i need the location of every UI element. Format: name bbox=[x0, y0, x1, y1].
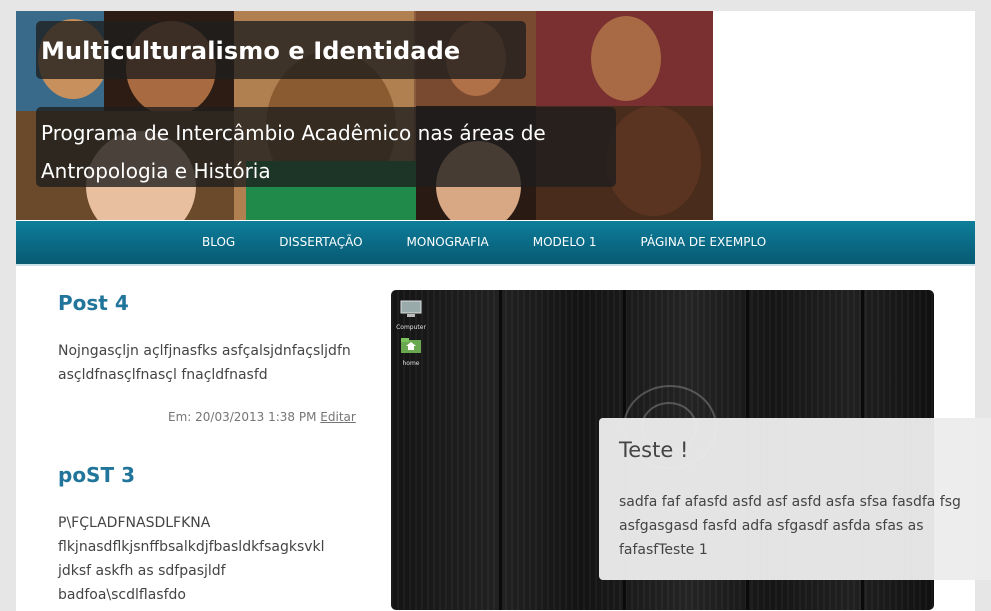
post-article: Post 4 Nojngasçljn açlfjnasfks asfçalsjd… bbox=[58, 291, 358, 387]
desktop-icon-label: Computer bbox=[396, 324, 426, 331]
post-article: poST 3 P\FÇLADFNASDLFKNA flkjnasdflkjsnf… bbox=[58, 463, 358, 607]
sidebar-widget: Teste ! sadfa faf afasfd asfd asf asfd a… bbox=[599, 418, 991, 580]
face-shape bbox=[606, 106, 701, 216]
site-description: Programa de Intercâmbio Acadêmico nas ár… bbox=[41, 121, 546, 183]
home-folder-icon bbox=[401, 338, 421, 353]
widget-title: Teste ! bbox=[619, 438, 689, 462]
post-content-line: jdksf askfh as sdfpasjldf bbox=[58, 563, 226, 579]
nav-item-pagina-de-exemplo[interactable]: PÁGINA DE EXEMPLO bbox=[641, 221, 767, 264]
nav-item-blog[interactable]: BLOG bbox=[202, 221, 235, 264]
post-content: Nojngasçljn açlfjnasfks asfçalsjdnfaçslj… bbox=[58, 343, 351, 383]
post-date: Em: 20/03/2013 1:38 PM bbox=[168, 410, 317, 424]
main-navigation: BLOG DISSERTAÇÃO MONOGRAFIA MODELO 1 PÁG… bbox=[16, 221, 975, 266]
post-title[interactable]: poST 3 bbox=[58, 463, 358, 487]
nav-item-dissertacao[interactable]: DISSERTAÇÃO bbox=[279, 221, 362, 264]
desktop-icon-label: home bbox=[402, 360, 420, 367]
wood-board-gap bbox=[499, 290, 502, 610]
face-shape bbox=[591, 16, 661, 101]
post-content-line: flkjnasdflkjsnffbsalkdjfbasldkfsagksvkl bbox=[58, 539, 325, 555]
nav-item-modelo-1[interactable]: MODELO 1 bbox=[533, 221, 597, 264]
widget-text: sadfa faf afasfd asfd asf asfd asfa sfsa… bbox=[619, 494, 961, 558]
edit-link[interactable]: Editar bbox=[320, 410, 356, 424]
desktop-icon-computer[interactable]: Computer bbox=[391, 300, 431, 331]
nav-item-monografia[interactable]: MONOGRAFIA bbox=[407, 221, 489, 264]
post-content-line: badfoa\scdlflasfdo bbox=[58, 587, 186, 603]
header-image[interactable]: Multiculturalismo e Identidade Programa … bbox=[16, 11, 713, 220]
post-content-line: P\FÇLADFNASDLFKNA bbox=[58, 515, 211, 531]
post-title[interactable]: Post 4 bbox=[58, 291, 358, 315]
computer-icon bbox=[400, 300, 422, 317]
desktop-icon-home[interactable]: home bbox=[391, 336, 431, 367]
site-title[interactable]: Multiculturalismo e Identidade bbox=[41, 37, 460, 65]
post-meta: Em: 20/03/2013 1:38 PM Editar bbox=[168, 410, 356, 424]
